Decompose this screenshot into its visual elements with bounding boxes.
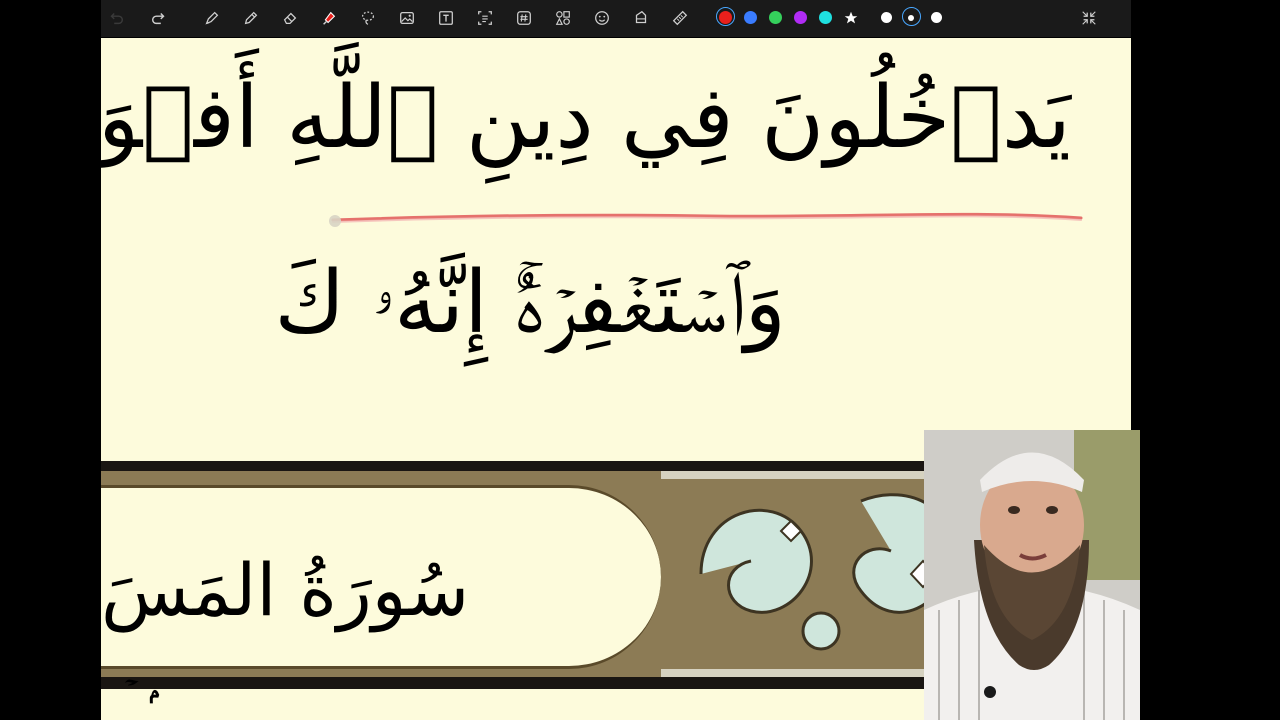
presenter-video [924,430,1140,720]
ruler-icon[interactable] [670,8,690,28]
shapes-icon[interactable] [553,8,573,28]
sura-title-cartouche: سُورَةُ المَسَ [101,485,661,669]
size-large[interactable] [931,12,942,23]
ayah-line-1: يَدۡخُلُونَ فِي دِينِ ٱللَّهِ أَفۡوَاجٗا [101,68,1071,168]
highlight-underline [329,212,1083,227]
pencil-icon[interactable] [241,8,261,28]
scan-text-icon[interactable] [475,8,495,28]
sticker-icon[interactable] [592,8,612,28]
color-swatch-cyan[interactable] [819,11,832,24]
eraser-icon[interactable] [280,8,300,28]
color-swatch-green[interactable] [769,11,782,24]
text-icon[interactable] [436,8,456,28]
color-swatch-purple[interactable] [794,11,807,24]
favorite-star-icon[interactable] [841,8,861,28]
undo-icon[interactable] [106,8,126,28]
webcam-overlay [924,430,1140,720]
color-swatch-red[interactable] [719,11,732,24]
ayah-line-3-partial: ۢ ۡ [121,678,136,720]
sura-title: سُورَةُ المَسَ [101,548,470,632]
ayah-line-2: وَٱسۡتَغۡفِرۡهُۚ إِنَّهُۥ كَ [274,253,786,353]
highlighter-icon[interactable] [319,8,339,28]
size-medium[interactable] [908,15,914,21]
image-icon[interactable] [397,8,417,28]
pen-icon[interactable] [202,8,222,28]
hashtag-icon[interactable] [514,8,534,28]
lasso-icon[interactable] [358,8,378,28]
redo-icon[interactable] [149,8,169,28]
toolbar [101,0,1131,38]
color-swatch-blue[interactable] [744,11,757,24]
collapse-icon[interactable] [1079,8,1099,28]
tape-icon[interactable] [631,8,651,28]
size-small[interactable] [881,12,892,23]
